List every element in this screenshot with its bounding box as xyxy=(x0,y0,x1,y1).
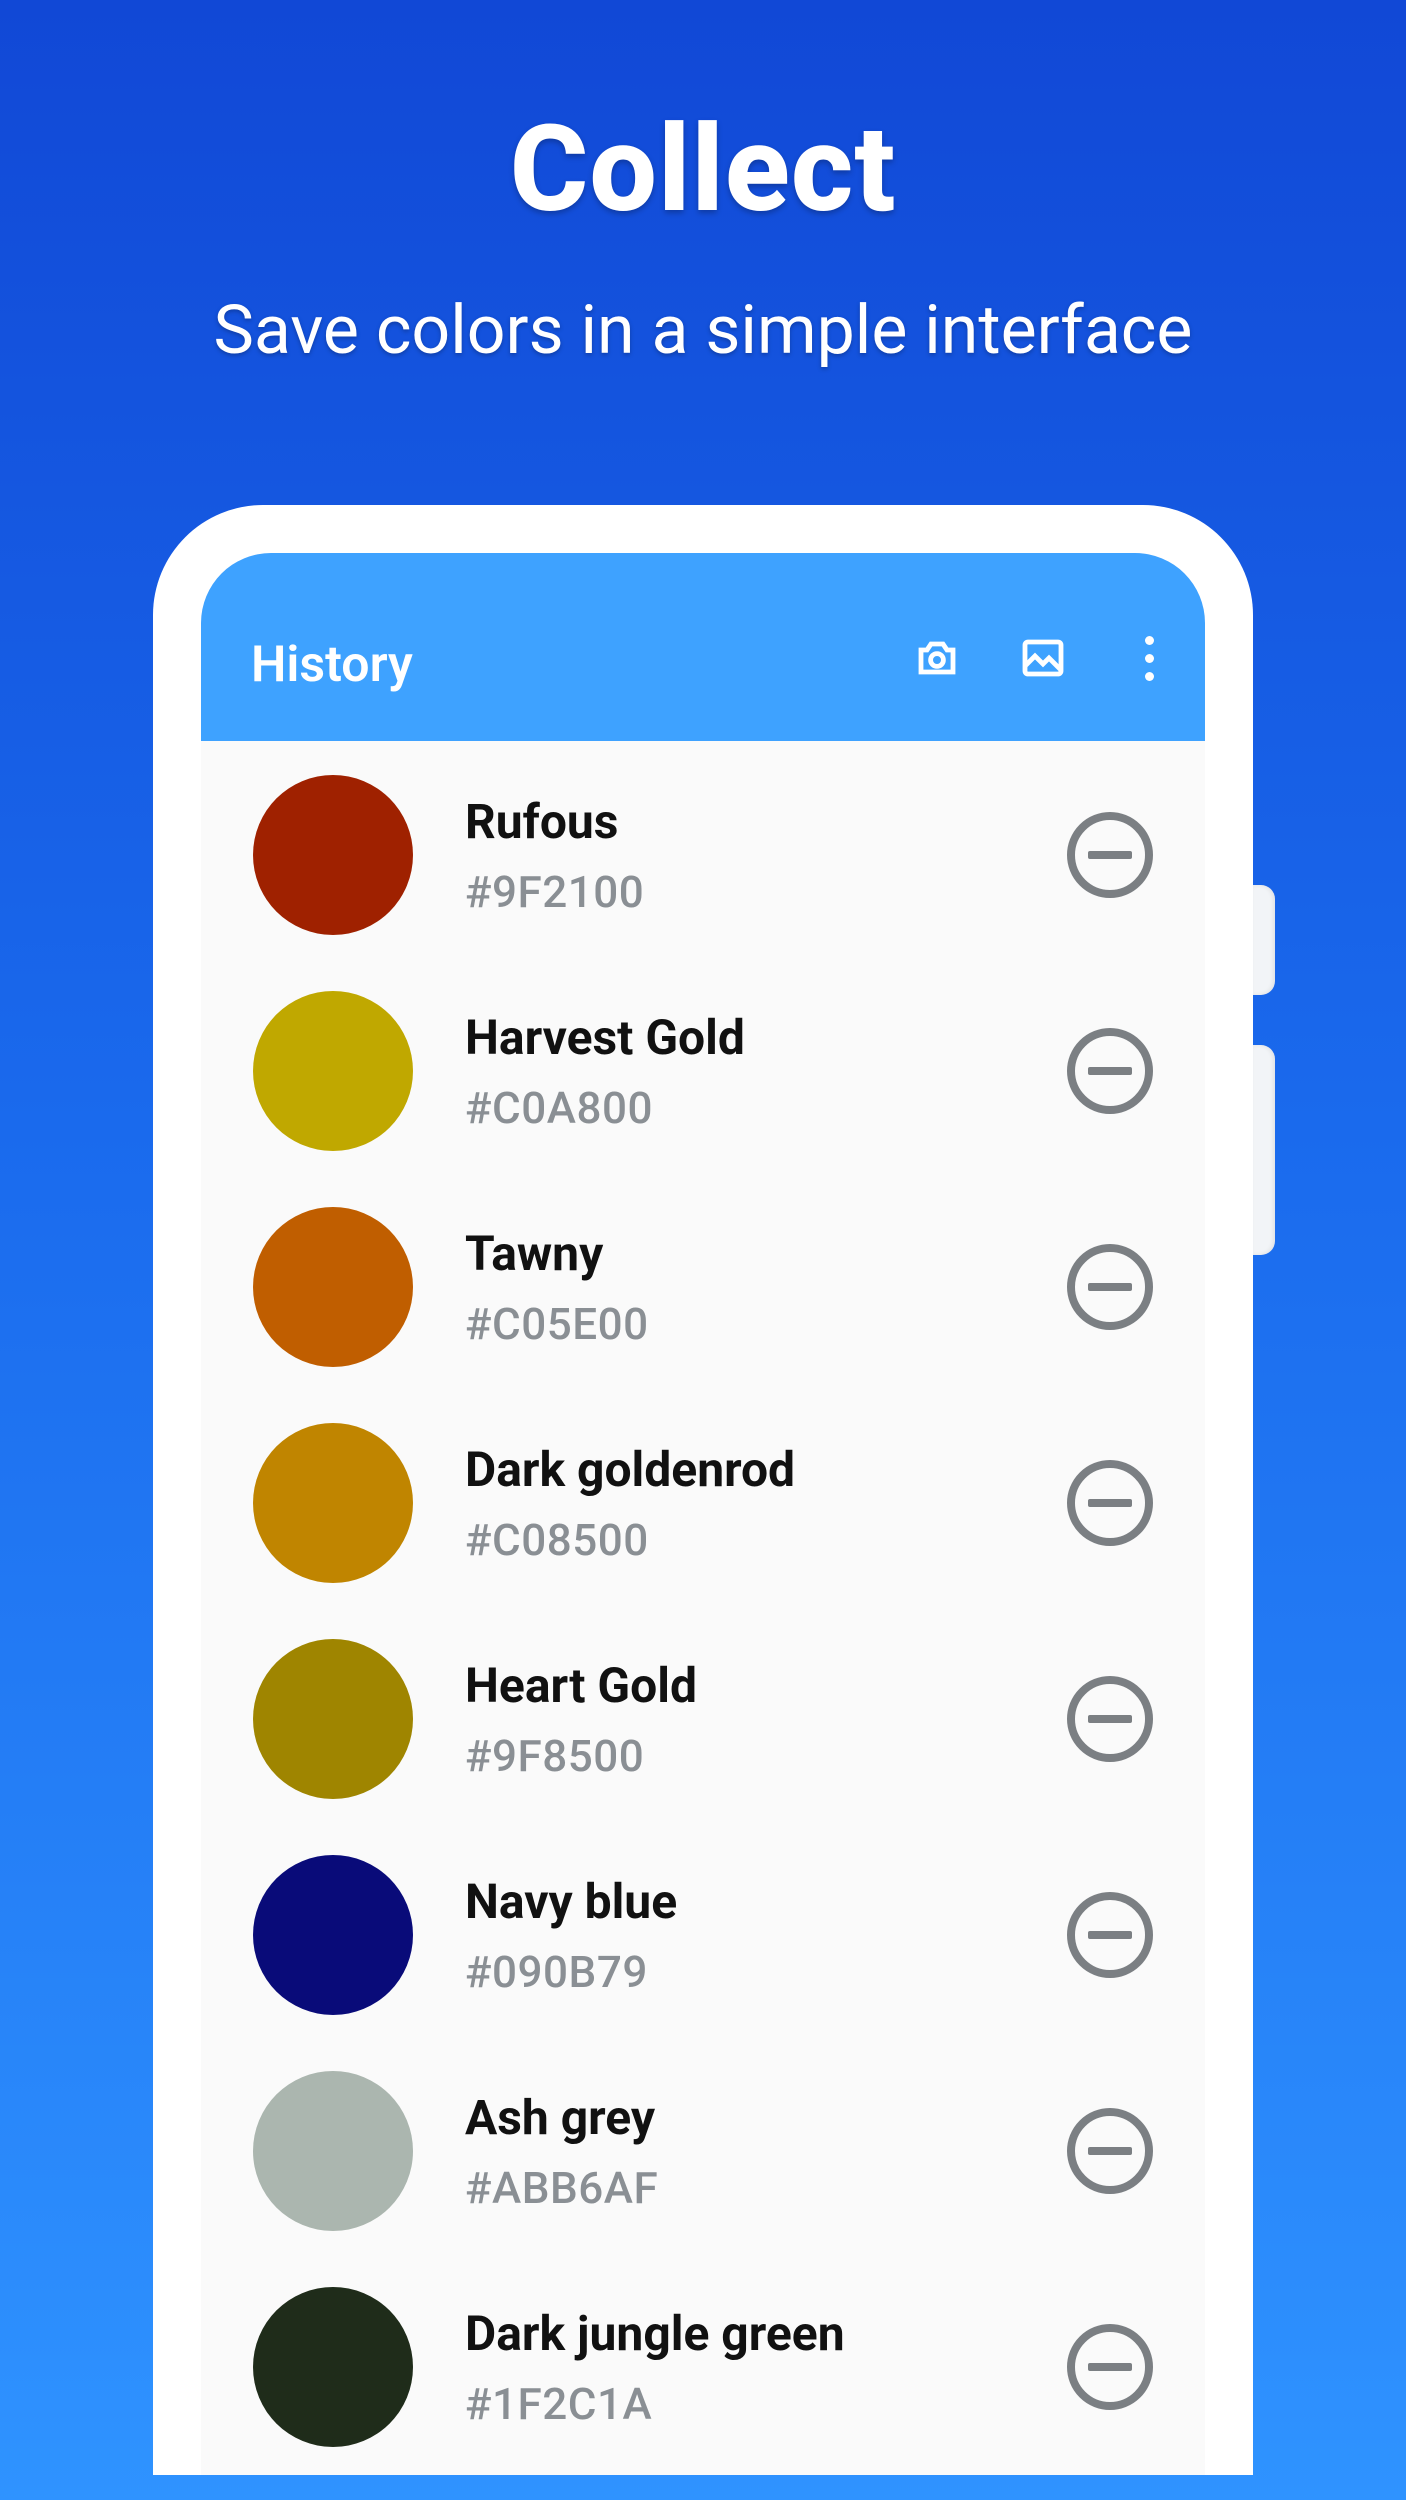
color-hex: #090B79 xyxy=(465,1946,1015,1998)
color-hex: #9F8500 xyxy=(465,1730,1015,1782)
row-text: Navy blue #090B79 xyxy=(465,1873,1015,1998)
color-name: Ash grey xyxy=(465,2089,1015,2146)
remove-button[interactable] xyxy=(1067,1892,1153,1978)
appbar-actions xyxy=(911,610,1175,684)
appbar-title: History xyxy=(251,600,911,694)
row-text: Ash grey #ABB6AF xyxy=(465,2089,1015,2214)
minus-icon xyxy=(1088,2363,1132,2371)
list-item[interactable]: Heart Gold #9F8500 xyxy=(201,1611,1205,1827)
color-swatch xyxy=(253,2287,413,2447)
color-name: Dark goldenrod xyxy=(465,1441,1015,1498)
camera-icon[interactable] xyxy=(911,632,963,684)
row-text: Rufous #9F2100 xyxy=(465,793,1015,918)
minus-icon xyxy=(1088,1283,1132,1291)
color-hex: #C05E00 xyxy=(465,1298,1015,1350)
more-icon[interactable] xyxy=(1123,632,1175,684)
color-swatch xyxy=(253,1855,413,2015)
color-name: Navy blue xyxy=(465,1873,1015,1930)
color-name: Heart Gold xyxy=(465,1657,1015,1714)
remove-button[interactable] xyxy=(1067,1028,1153,1114)
minus-icon xyxy=(1088,1931,1132,1939)
color-swatch xyxy=(253,775,413,935)
color-swatch xyxy=(253,991,413,1151)
list-item[interactable]: Harvest Gold #C0A800 xyxy=(201,963,1205,1179)
hero: Collect Save colors in a simple interfac… xyxy=(0,0,1406,370)
color-swatch xyxy=(253,2071,413,2231)
hero-subtitle: Save colors in a simple interface xyxy=(0,290,1406,370)
list-item[interactable]: Navy blue #090B79 xyxy=(201,1827,1205,2043)
row-text: Harvest Gold #C0A800 xyxy=(465,1009,1015,1134)
color-hex: #ABB6AF xyxy=(465,2162,1015,2214)
list-item[interactable]: Rufous #9F2100 xyxy=(201,747,1205,963)
color-swatch xyxy=(253,1639,413,1799)
color-name: Harvest Gold xyxy=(465,1009,1015,1066)
color-hex: #9F2100 xyxy=(465,866,1015,918)
minus-icon xyxy=(1088,2147,1132,2155)
promo-page: Collect Save colors in a simple interfac… xyxy=(0,0,1406,2500)
color-name: Rufous xyxy=(465,793,1015,850)
color-name: Dark jungle green xyxy=(465,2305,1015,2362)
color-swatch xyxy=(253,1423,413,1583)
minus-icon xyxy=(1088,1715,1132,1723)
hero-title: Collect xyxy=(0,100,1406,240)
color-swatch xyxy=(253,1207,413,1367)
color-hex: #C08500 xyxy=(465,1514,1015,1566)
image-icon[interactable] xyxy=(1017,632,1069,684)
list-item[interactable]: Tawny #C05E00 xyxy=(201,1179,1205,1395)
phone-side-button xyxy=(1253,1045,1275,1255)
list-item[interactable]: Dark jungle green #1F2C1A xyxy=(201,2259,1205,2475)
color-name: Tawny xyxy=(465,1225,1015,1282)
minus-icon xyxy=(1088,1067,1132,1075)
color-hex: #1F2C1A xyxy=(465,2378,1015,2430)
app-bar: History xyxy=(201,553,1205,741)
remove-button[interactable] xyxy=(1067,2324,1153,2410)
screen: History Rufous#9F2100Harvest Gold#C0A xyxy=(201,553,1205,2475)
row-text: Heart Gold #9F8500 xyxy=(465,1657,1015,1782)
remove-button[interactable] xyxy=(1067,812,1153,898)
list-item[interactable]: Dark goldenrod #C08500 xyxy=(201,1395,1205,1611)
color-list: Rufous #9F2100 Harvest Gold #C0A800 Tawny #C0… xyxy=(201,741,1205,2475)
row-text: Dark jungle green #1F2C1A xyxy=(465,2305,1015,2430)
minus-icon xyxy=(1088,1499,1132,1507)
remove-button[interactable] xyxy=(1067,1460,1153,1546)
row-text: Tawny #C05E00 xyxy=(465,1225,1015,1350)
minus-icon xyxy=(1088,851,1132,859)
phone-side-button xyxy=(1253,885,1275,995)
phone-body: History Rufous#9F2100Harvest Gold#C0A xyxy=(153,505,1253,2475)
list-item[interactable]: Ash grey #ABB6AF xyxy=(201,2043,1205,2259)
row-text: Dark goldenrod #C08500 xyxy=(465,1441,1015,1566)
remove-button[interactable] xyxy=(1067,2108,1153,2194)
remove-button[interactable] xyxy=(1067,1676,1153,1762)
remove-button[interactable] xyxy=(1067,1244,1153,1330)
phone-mockup: History Rufous#9F2100Harvest Gold#C0A xyxy=(153,505,1253,2475)
color-hex: #C0A800 xyxy=(465,1082,1015,1134)
